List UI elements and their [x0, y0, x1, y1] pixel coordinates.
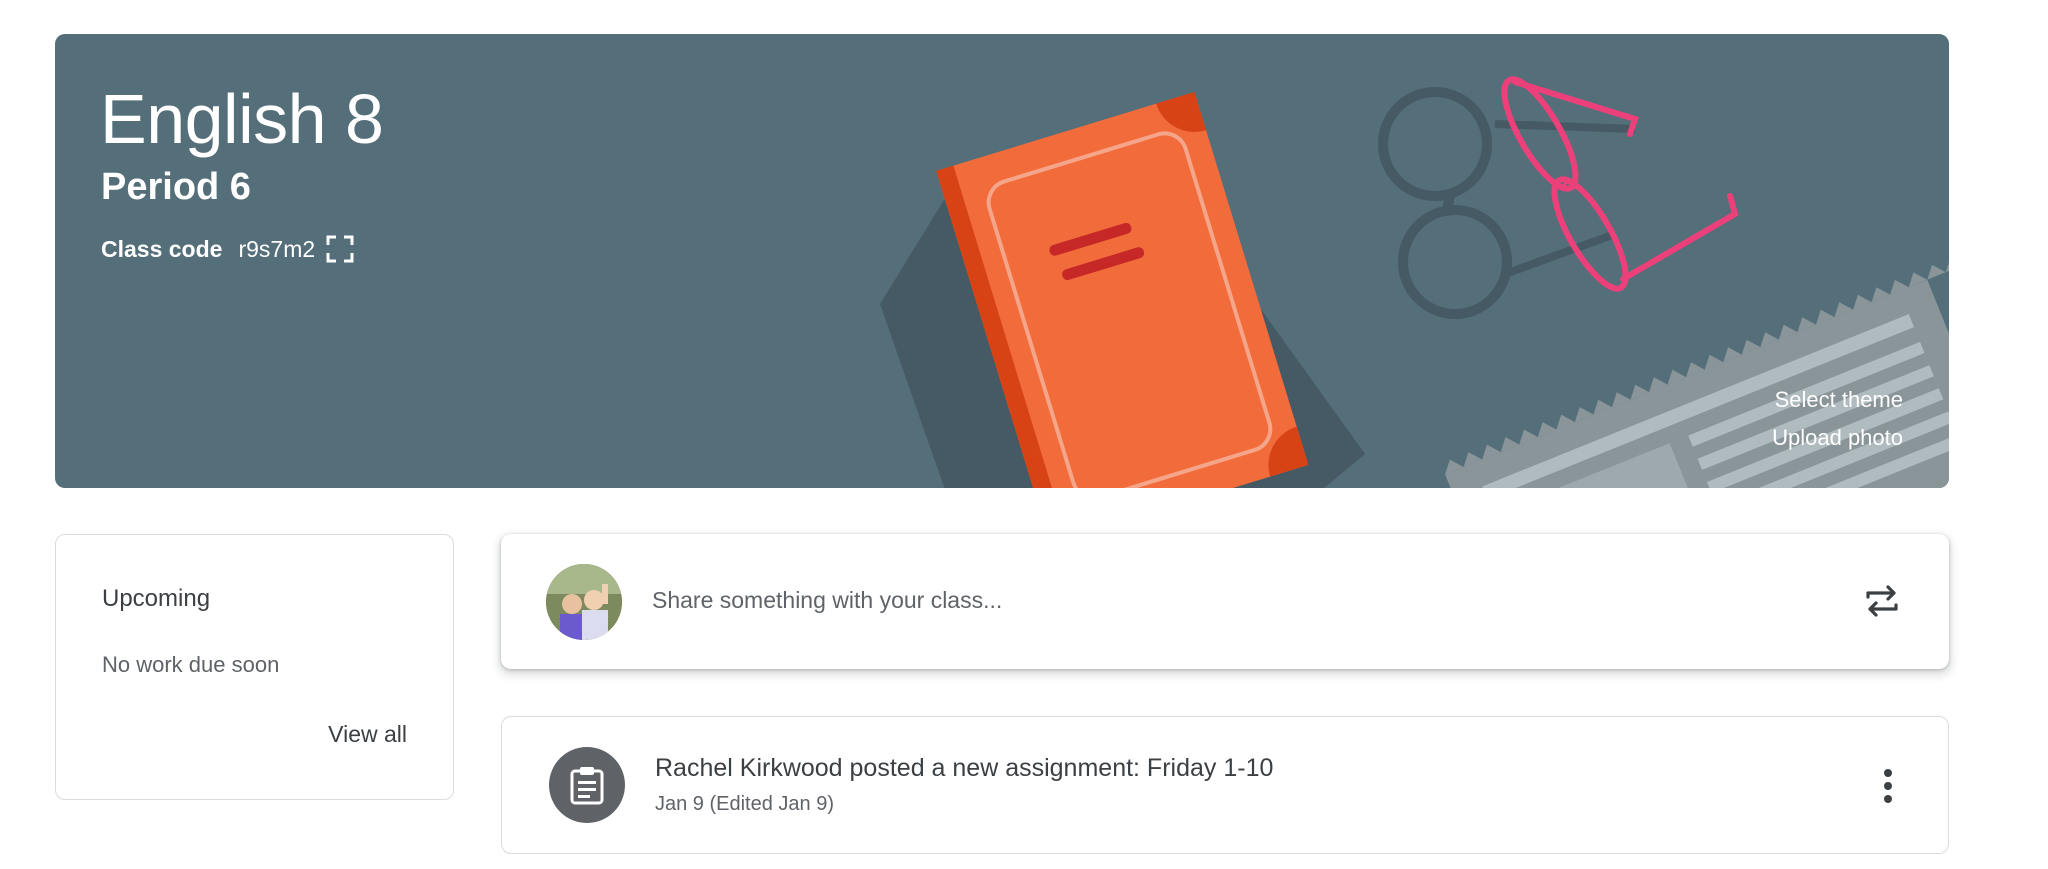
repost-icon[interactable]: [1860, 579, 1904, 623]
more-vert-icon[interactable]: [1880, 767, 1896, 805]
post-title: Rachel Kirkwood posted a new assignment:…: [655, 754, 1274, 782]
share-box[interactable]: [501, 534, 1949, 669]
upcoming-card: Upcoming No work due soon View all: [55, 534, 454, 800]
class-code-value: r9s7m2: [238, 235, 316, 262]
assignment-icon: [549, 747, 625, 823]
course-section: Period 6: [101, 166, 251, 208]
share-input[interactable]: [652, 580, 1732, 620]
class-code-row: Class code r9s7m2: [101, 234, 355, 264]
class-code-label: Class code: [101, 235, 223, 262]
avatar: [546, 564, 622, 640]
fullscreen-icon[interactable]: [325, 234, 355, 264]
stream-post[interactable]: Rachel Kirkwood posted a new assignment:…: [501, 716, 1949, 854]
select-theme-link[interactable]: Select theme: [1775, 387, 1903, 413]
view-all-link[interactable]: View all: [328, 721, 407, 748]
upload-photo-link[interactable]: Upload photo: [1772, 425, 1903, 451]
class-banner: English 8 Period 6 Class code r9s7m2 Sel…: [55, 34, 1949, 488]
post-date: Jan 9 (Edited Jan 9): [655, 793, 834, 815]
upcoming-empty-text: No work due soon: [102, 652, 280, 677]
course-title: English 8: [100, 80, 384, 158]
upcoming-title: Upcoming: [102, 585, 211, 612]
